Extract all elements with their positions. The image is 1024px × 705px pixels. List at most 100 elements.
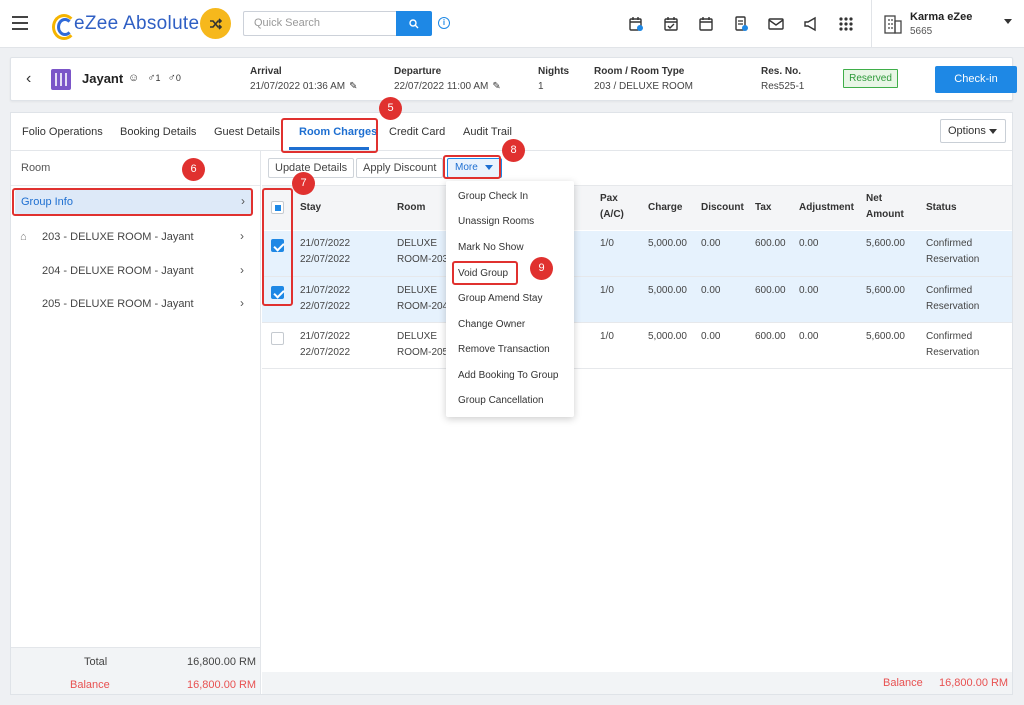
step-marker-7: 7 — [292, 172, 315, 195]
tax: 600.00 — [755, 238, 786, 249]
table-row[interactable]: 21/07/2022 22/07/2022 DELUXE ROOM-203 1/… — [262, 231, 1012, 277]
group-icon: ☺ — [128, 72, 140, 84]
sidebar-item-room-205[interactable]: 205 - DELUXE ROOM - Jayant › — [11, 288, 260, 322]
col-net-sub: Amount — [866, 209, 904, 220]
menu-item-unassign-rooms[interactable]: Unassign Rooms — [458, 216, 534, 227]
chevron-down-icon[interactable] — [1004, 19, 1012, 24]
room-number: ROOM-205 — [397, 347, 449, 358]
charge: 5,000.00 — [648, 238, 687, 249]
edit-departure-icon[interactable]: ✎ — [492, 81, 500, 92]
edit-arrival-icon[interactable]: ✎ — [349, 81, 357, 92]
status-line2: Reservation — [926, 347, 980, 358]
res-no-value: Res525-1 — [761, 81, 805, 92]
apply-discount-button[interactable]: Apply Discount — [356, 158, 444, 178]
nights-label: Nights — [538, 66, 570, 77]
balance-value: 16,800.00 RM — [187, 679, 257, 691]
status-line1: Confirmed — [926, 331, 973, 342]
room-sidebar-title: Room — [21, 162, 51, 174]
stay-from: 21/07/2022 — [300, 238, 351, 249]
col-stay: Stay — [300, 202, 322, 213]
menu-item-group-cancellation[interactable]: Group Cancellation — [458, 395, 544, 406]
col-discount: Discount — [701, 202, 744, 213]
departure-field: Departure 22/07/2022 11:00 AM ✎ — [394, 66, 501, 92]
menu-item-group-check-in[interactable]: Group Check In — [458, 191, 528, 202]
table-row[interactable]: 21/07/2022 22/07/2022 DELUXE ROOM-205 1/… — [262, 323, 1012, 369]
tax: 600.00 — [755, 331, 786, 342]
charge: 5,000.00 — [648, 285, 687, 296]
row-checkbox[interactable] — [271, 332, 284, 345]
menu-item-mark-no-show[interactable]: Mark No Show — [458, 242, 524, 253]
menu-item-change-owner[interactable]: Change Owner — [458, 319, 525, 330]
step-marker-9: 9 — [530, 257, 553, 280]
tab-audit-trail[interactable]: Audit Trail — [463, 126, 512, 138]
info-icon[interactable]: i — [438, 17, 450, 29]
guest-pax: ☺ ♂1 ♂0 — [128, 72, 181, 84]
calendar-check-icon[interactable] — [661, 14, 681, 34]
status-line2: Reservation — [926, 254, 980, 265]
search-button[interactable] — [396, 11, 432, 36]
calendar-add-icon[interactable] — [626, 14, 646, 34]
check-in-button[interactable]: Check-in — [935, 66, 1017, 93]
stay-to: 22/07/2022 — [300, 347, 351, 358]
house-icon: ⌂ — [20, 231, 27, 243]
hamburger-menu-icon[interactable] — [12, 16, 28, 30]
step-marker-5: 5 — [379, 97, 402, 120]
charge: 5,000.00 — [648, 331, 687, 342]
pax: 1/0 — [600, 331, 614, 342]
building-icon — [884, 15, 902, 34]
net-amount: 5,600.00 — [866, 238, 905, 249]
arrival-value: 21/07/2022 01:36 AM — [250, 81, 346, 92]
tab-guest-details[interactable]: Guest Details — [214, 126, 280, 138]
tab-booking-details[interactable]: Booking Details — [120, 126, 196, 138]
arrival-field: Arrival 21/07/2022 01:36 AM ✎ — [250, 66, 357, 92]
discount: 0.00 — [701, 285, 721, 296]
invoice-icon[interactable] — [731, 14, 751, 34]
grid-balance-value: 16,800.00 RM — [939, 677, 1009, 689]
adjustment: 0.00 — [799, 238, 819, 249]
room-number: ROOM-203 — [397, 254, 449, 265]
menu-item-remove-transaction[interactable]: Remove Transaction — [458, 344, 550, 355]
quick-search-input[interactable]: Quick Search — [243, 11, 397, 36]
menu-item-group-amend-stay[interactable]: Group Amend Stay — [458, 293, 543, 304]
options-button[interactable]: Options — [940, 119, 1006, 143]
col-room: Room — [397, 202, 426, 213]
departure-label: Departure — [394, 66, 442, 77]
status-badge: Reserved — [843, 69, 898, 88]
res-no-label: Res. No. — [761, 66, 802, 77]
user-name: Karma eZee — [910, 11, 973, 23]
col-adjustment: Adjustment — [799, 202, 854, 213]
total-label: Total — [84, 656, 108, 668]
room-item-label: 205 - DELUXE ROOM - Jayant — [42, 298, 194, 310]
sidebar-item-room-203[interactable]: ⌂ 203 - DELUXE ROOM - Jayant › — [11, 221, 260, 255]
tab-credit-card[interactable]: Credit Card — [389, 126, 445, 138]
announcement-icon[interactable] — [801, 14, 821, 34]
highlight-room-charges-tab — [281, 118, 378, 153]
grid-balance-label: Balance — [883, 677, 923, 689]
apps-grid-icon[interactable] — [836, 14, 856, 34]
col-net: Net — [866, 193, 883, 204]
reservation-header: ‹ Jayant ☺ ♂1 ♂0 Arrival 21/07/2022 01:3… — [10, 57, 1017, 101]
tab-folio-operations[interactable]: Folio Operations — [22, 126, 103, 138]
adult-icon: ♂ — [147, 72, 156, 84]
user-menu[interactable]: Karma eZee 5665 — [871, 0, 1024, 48]
status-line2: Reservation — [926, 301, 980, 312]
nights-value: 1 — [538, 81, 544, 92]
highlight-more-button — [443, 155, 501, 179]
room-type: DELUXE — [397, 238, 438, 249]
app-logo[interactable]: eZee Absolute — [52, 12, 199, 40]
adjustment: 0.00 — [799, 285, 819, 296]
chevron-right-icon: › — [240, 263, 244, 277]
table-row[interactable]: 21/07/2022 22/07/2022 DELUXE ROOM-204 1/… — [262, 277, 1012, 323]
back-arrow-icon[interactable]: ‹ — [26, 71, 31, 87]
room-sidebar: Room Group Info › ⌂ 203 - DELUXE ROOM - … — [11, 151, 261, 694]
mail-icon[interactable] — [766, 14, 786, 34]
sidebar-item-room-204[interactable]: 204 - DELUXE ROOM - Jayant › — [11, 255, 260, 289]
shuffle-button[interactable] — [200, 8, 231, 39]
calendar-icon[interactable] — [696, 14, 716, 34]
menu-item-add-booking-to-group[interactable]: Add Booking To Group — [458, 370, 558, 381]
res-no-field: Res. No. Res525-1 — [761, 66, 804, 92]
search-icon — [409, 18, 419, 28]
room-type-label: Room / Room Type — [594, 66, 685, 77]
highlight-void-group — [452, 261, 518, 285]
shuffle-icon — [209, 17, 222, 30]
